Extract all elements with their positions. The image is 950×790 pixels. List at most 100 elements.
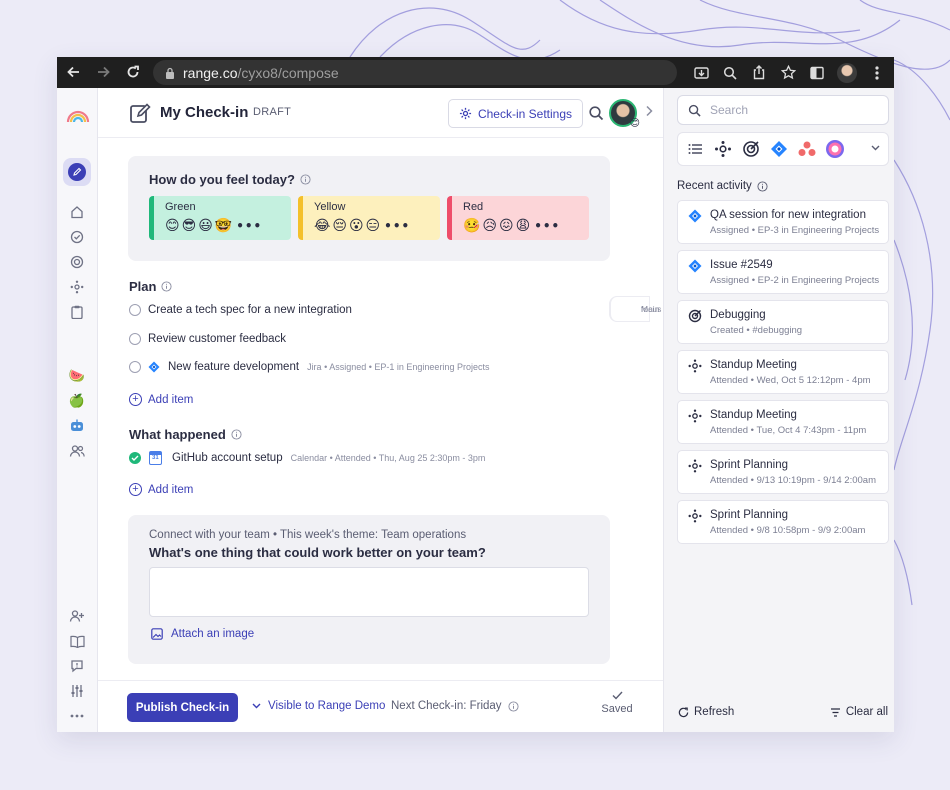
activity-search-input[interactable]: Search bbox=[677, 95, 889, 125]
happened-item-text[interactable]: GitHub account setup bbox=[172, 452, 283, 464]
add-person-icon[interactable] bbox=[67, 606, 87, 626]
refresh-icon bbox=[678, 707, 689, 717]
side-panel-icon[interactable] bbox=[808, 64, 826, 82]
address-bar[interactable]: range.co/cyxo8/compose bbox=[153, 60, 677, 85]
chevron-right-icon[interactable] bbox=[645, 104, 653, 120]
robot-team-icon[interactable] bbox=[67, 416, 87, 436]
activity-meta: Attended • 9/13 10:19pm - 9/14 2:00am bbox=[710, 475, 876, 486]
more-emojis-button[interactable]: ••• bbox=[384, 219, 410, 233]
team-prompt-subtitle: Connect with your team • This week's the… bbox=[149, 529, 467, 541]
chevron-down-icon[interactable] bbox=[871, 143, 880, 154]
user-avatar[interactable]: 😊 bbox=[609, 99, 640, 129]
activity-card[interactable]: Sprint Planning Attended • 9/8 10:58pm -… bbox=[677, 500, 889, 544]
feedback-icon[interactable] bbox=[67, 656, 87, 676]
reload-icon[interactable] bbox=[121, 60, 145, 84]
people-icon[interactable] bbox=[67, 441, 87, 461]
info-icon[interactable] bbox=[300, 174, 311, 185]
completed-check-icon[interactable] bbox=[129, 452, 141, 464]
meetings-icon[interactable] bbox=[67, 277, 87, 297]
mood-option-red[interactable]: Red 🤒😥😖😩 ••• bbox=[447, 196, 589, 240]
info-icon[interactable] bbox=[757, 180, 768, 192]
jira-filter-icon[interactable] bbox=[768, 138, 790, 160]
compose-icon bbox=[130, 103, 151, 123]
plan-item[interactable]: Review customer feedback bbox=[129, 333, 286, 345]
visibility-dropdown[interactable]: Visible to Range Demo bbox=[252, 700, 385, 712]
gear-icon bbox=[459, 107, 472, 120]
url-path: /cyxo8/compose bbox=[237, 64, 339, 81]
plan-item[interactable]: New feature development Jira • Assigned … bbox=[129, 361, 489, 373]
plan-item-checkbox[interactable] bbox=[129, 361, 141, 373]
mood-emoji-set[interactable]: 😊😎😃🤓 bbox=[165, 218, 234, 234]
happened-item[interactable]: 31 GitHub account setup Calendar • Atten… bbox=[129, 451, 485, 465]
visibility-label: Visible to Range Demo bbox=[268, 700, 386, 712]
activity-card[interactable]: Issue #2549 Assigned • EP-2 in Engineeri… bbox=[677, 250, 889, 294]
activity-sidebar: Search Recent activity QA session for ne… bbox=[663, 88, 894, 732]
meeting-icon bbox=[688, 409, 702, 423]
book-icon[interactable] bbox=[67, 631, 87, 651]
search-icon[interactable] bbox=[588, 105, 604, 121]
jira-icon bbox=[688, 259, 702, 273]
publish-checkin-button[interactable]: Publish Check-in bbox=[127, 693, 238, 722]
mood-option-yellow[interactable]: Yellow 😂😔😮😑 ••• bbox=[298, 196, 440, 240]
range-logo-icon[interactable] bbox=[65, 106, 91, 126]
browser-toolbar: range.co/cyxo8/compose bbox=[57, 57, 894, 88]
zoom-icon[interactable] bbox=[721, 64, 739, 82]
settings-sliders-icon[interactable] bbox=[67, 681, 87, 701]
asana-filter-icon[interactable] bbox=[796, 138, 818, 160]
team-prompt-card: Connect with your team • This week's the… bbox=[128, 515, 610, 664]
more-dots-icon[interactable] bbox=[67, 706, 87, 726]
mood-option-green[interactable]: Green 😊😎😃🤓 ••• bbox=[149, 196, 291, 240]
goals-filter-icon[interactable] bbox=[740, 138, 762, 160]
goals-icon[interactable] bbox=[67, 252, 87, 272]
plan-item-text[interactable]: Review customer feedback bbox=[148, 333, 286, 345]
plan-item[interactable]: Create a tech spec for a new integration bbox=[129, 304, 352, 316]
info-icon[interactable] bbox=[508, 700, 519, 712]
compose-checkin-icon[interactable] bbox=[63, 158, 91, 186]
back-arrow-icon[interactable] bbox=[62, 60, 86, 84]
clipboard-icon[interactable] bbox=[67, 302, 87, 322]
team-answer-input[interactable] bbox=[149, 567, 589, 617]
browser-menu-icon[interactable] bbox=[868, 64, 886, 82]
activity-card[interactable]: Standup Meeting Attended • Wed, Oct 5 12… bbox=[677, 350, 889, 394]
watermelon-team-icon[interactable]: 🍉 bbox=[67, 366, 87, 386]
check-circle-icon[interactable] bbox=[67, 227, 87, 247]
clickup-filter-icon[interactable] bbox=[824, 138, 846, 160]
list-filter-icon[interactable] bbox=[684, 138, 706, 160]
add-happened-item-button[interactable]: + Add item bbox=[129, 483, 193, 496]
plan-item-text[interactable]: New feature development bbox=[168, 361, 299, 373]
activity-meta: Attended • Wed, Oct 5 12:12pm - 4pm bbox=[710, 375, 871, 386]
recent-activity-label: Recent activity bbox=[677, 180, 752, 192]
clear-all-button[interactable]: Clear all bbox=[830, 706, 888, 718]
mood-emoji-set[interactable]: 🤒😥😖😩 bbox=[463, 218, 532, 234]
checkin-settings-button[interactable]: Check-in Settings bbox=[448, 99, 583, 128]
info-icon[interactable] bbox=[161, 281, 173, 292]
activity-card[interactable]: Standup Meeting Attended • Tue, Oct 4 7:… bbox=[677, 400, 889, 444]
activity-card[interactable]: Sprint Planning Attended • 9/13 10:19pm … bbox=[677, 450, 889, 494]
profile-avatar[interactable] bbox=[837, 62, 857, 83]
install-app-icon[interactable] bbox=[692, 64, 710, 82]
meetings-filter-icon[interactable] bbox=[712, 138, 734, 160]
forward-arrow-icon[interactable] bbox=[91, 60, 115, 84]
bookmark-star-icon[interactable] bbox=[779, 64, 797, 82]
what-happened-heading-text: What happened bbox=[129, 427, 226, 442]
main-focus-tag[interactable]: Main focus bbox=[609, 296, 661, 322]
activity-card[interactable]: QA session for new integration Assigned … bbox=[677, 200, 889, 244]
attach-image-button[interactable]: Attach an image bbox=[151, 628, 254, 640]
apple-team-icon[interactable]: 🍏 bbox=[67, 391, 87, 411]
mood-emoji-set[interactable]: 😂😔😮😑 bbox=[314, 218, 382, 234]
add-plan-item-button[interactable]: + Add item bbox=[129, 393, 193, 406]
info-icon[interactable] bbox=[231, 429, 242, 440]
more-emojis-button[interactable]: ••• bbox=[534, 219, 560, 233]
activity-title: Sprint Planning bbox=[710, 459, 788, 471]
plan-item-checkbox[interactable] bbox=[129, 304, 141, 316]
plan-item-text[interactable]: Create a tech spec for a new integration bbox=[148, 304, 352, 316]
share-icon[interactable] bbox=[750, 64, 768, 82]
meeting-icon bbox=[688, 359, 702, 373]
plan-item-checkbox[interactable] bbox=[129, 333, 141, 345]
more-emojis-button[interactable]: ••• bbox=[236, 219, 262, 233]
home-icon[interactable] bbox=[67, 202, 87, 222]
meeting-icon bbox=[688, 509, 702, 523]
activity-card[interactable]: Debugging Created • #debugging bbox=[677, 300, 889, 344]
image-icon bbox=[151, 628, 163, 640]
refresh-button[interactable]: Refresh bbox=[678, 706, 734, 718]
